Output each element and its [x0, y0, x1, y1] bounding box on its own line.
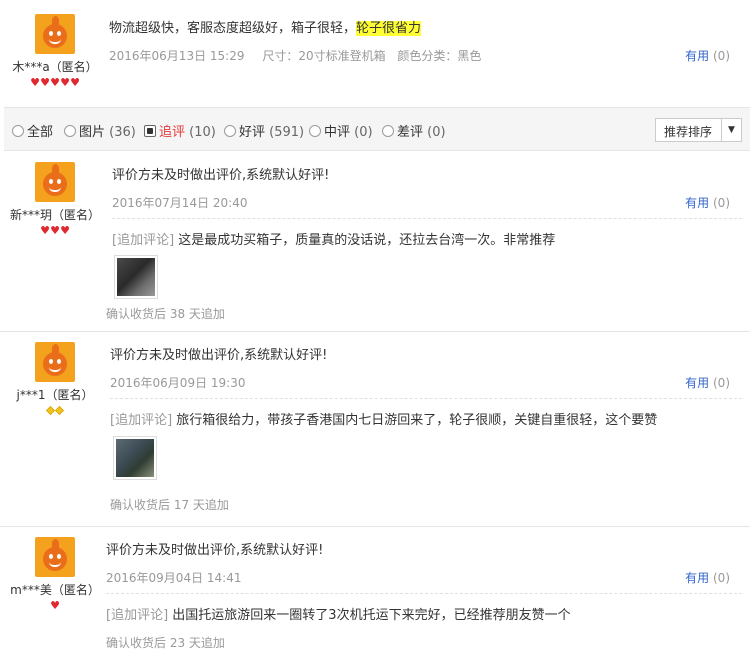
useful-button[interactable]: 有用 (0) — [685, 374, 730, 391]
review-photo-thumbnail[interactable] — [114, 255, 158, 299]
review-text: 物流超级快，客服态度超级好，箱子很轻，轮子很省力 — [109, 21, 422, 36]
sort-dropdown[interactable]: 推荐排序 ▼ — [655, 118, 742, 142]
radio-icon[interactable] — [309, 125, 321, 137]
followup-tag: [追加评论] — [106, 608, 169, 623]
heart-icon: ♥ — [50, 224, 60, 237]
product-size: 尺寸：20寸标准登机箱 — [262, 49, 386, 63]
followup-comment: [追加评论] 旅行箱很给力，带孩子香港国内七日游回来了，轮子很顺，关键自重很轻，… — [110, 413, 658, 428]
followup-tag: [追加评论] — [110, 413, 173, 428]
radio-checked-icon[interactable] — [144, 125, 156, 137]
filter-negative[interactable]: 差评 (0) — [382, 121, 446, 140]
heart-icon: ♥ — [70, 76, 80, 89]
divider — [110, 398, 742, 399]
filter-neutral[interactable]: 中评 (0) — [309, 121, 373, 140]
useful-button[interactable]: 有用 (0) — [685, 47, 730, 64]
sort-label: 推荐排序 — [664, 125, 713, 139]
review-text: 评价方未及时做出评价,系统默认好评! — [110, 348, 328, 363]
review-username: 木***a（匿名） — [12, 60, 98, 74]
review-username: j***1（匿名） — [16, 388, 94, 402]
user-avatar[interactable] — [35, 14, 75, 54]
radio-icon[interactable] — [12, 125, 24, 137]
user-avatar[interactable] — [35, 342, 75, 382]
review-meta: 2016年06月13日 15:29 尺寸：20寸标准登机箱 颜色分类：黑色 — [109, 47, 489, 64]
filter-images[interactable]: 图片 (36) — [64, 121, 136, 140]
radio-icon[interactable] — [224, 125, 236, 137]
followup-timing: 确认收货后 23 天追加 — [106, 636, 225, 650]
review-photo-thumbnail[interactable] — [113, 436, 157, 480]
review-date: 2016年06月13日 15:29 — [109, 49, 245, 63]
heart-icon: ♥ — [40, 224, 50, 237]
filter-positive[interactable]: 好评 (591) — [224, 121, 304, 140]
heart-icon: ♥ — [30, 76, 40, 89]
heart-icon: ♥ — [50, 76, 60, 89]
diamond-icon — [46, 406, 55, 415]
useful-button[interactable]: 有用 (0) — [685, 194, 730, 211]
filter-followup[interactable]: 追评 (10) — [144, 121, 216, 140]
heart-icon: ♥ — [50, 599, 60, 612]
divider — [106, 593, 742, 594]
user-level-badges — [0, 406, 110, 418]
review-text: 评价方未及时做出评价,系统默认好评! — [112, 168, 330, 183]
filter-all[interactable]: 全部 — [12, 121, 53, 140]
followup-comment: [追加评论] 出国托运旅游回来一圈转了3次机托运下来完好，已经推荐朋友赞一个 — [106, 608, 571, 623]
user-level-badges: ♥ — [0, 599, 110, 613]
heart-icon: ♥ — [60, 76, 70, 89]
diamond-icon — [55, 406, 64, 415]
review-item: 新***玥（匿名） ♥♥♥ 评价方未及时做出评价,系统默认好评! 2016年07… — [0, 152, 750, 332]
followup-timing: 确认收货后 38 天追加 — [106, 307, 225, 321]
user-level-badges: ♥♥♥ — [0, 224, 110, 238]
review-username: m***美（匿名） — [10, 583, 100, 597]
user-avatar[interactable] — [35, 537, 75, 577]
heart-icon: ♥ — [60, 224, 70, 237]
followup-tag: [追加评论] — [112, 233, 175, 248]
review-date: 2016年06月09日 19:30 — [110, 376, 246, 390]
radio-icon[interactable] — [382, 125, 394, 137]
review-text: 评价方未及时做出评价,系统默认好评! — [106, 543, 324, 558]
useful-button[interactable]: 有用 (0) — [685, 569, 730, 586]
heart-icon: ♥ — [40, 76, 50, 89]
review-filter-bar: 全部 图片 (36) 追评 (10) 好评 (591) 中评 (0) 差评 (0… — [4, 107, 750, 151]
review-item: 木***a（匿名） ♥♥♥♥♥ 物流超级快，客服态度超级好，箱子很轻，轮子很省力… — [0, 0, 750, 105]
review-date: 2016年09月04日 14:41 — [106, 571, 242, 585]
review-date: 2016年07月14日 20:40 — [112, 196, 248, 210]
review-item: m***美（匿名） ♥ 评价方未及时做出评价,系统默认好评! 2016年09月0… — [0, 527, 750, 653]
user-level-badges: ♥♥♥♥♥ — [0, 76, 110, 90]
review-username: 新***玥（匿名） — [9, 208, 100, 222]
radio-icon[interactable] — [64, 125, 76, 137]
followup-timing: 确认收货后 17 天追加 — [110, 498, 229, 512]
review-item: j***1（匿名） 评价方未及时做出评价,系统默认好评! 2016年06月09日… — [0, 332, 750, 526]
divider — [112, 218, 742, 219]
user-avatar[interactable] — [35, 162, 75, 202]
chevron-down-icon[interactable]: ▼ — [721, 119, 741, 141]
highlighted-phrase: 轮子很省力 — [356, 21, 422, 36]
followup-comment: [追加评论] 这是最成功买箱子，质量真的没话说，还拉去台湾一次。非常推荐 — [112, 233, 556, 248]
product-color: 颜色分类：黑色 — [397, 49, 482, 63]
